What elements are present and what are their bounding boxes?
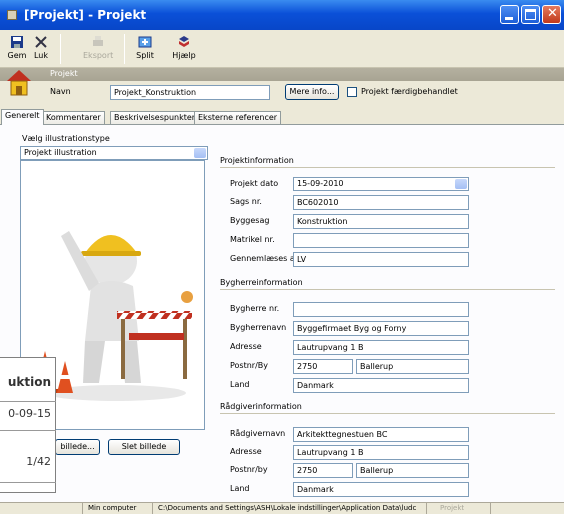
tab-beskrivelsespunkter[interactable]: Beskrivelsespunkter: [110, 111, 200, 124]
client-postcode-input[interactable]: 2750: [293, 359, 353, 374]
tab-bar: Generelt Kommentarer Beskrivelsespunkter…: [0, 109, 564, 125]
case-number-label: Sags nr.: [230, 197, 262, 206]
close-icon: ✕: [547, 6, 558, 21]
cadastral-number-label: Matrikel nr.: [230, 235, 275, 244]
status-separator: [426, 503, 427, 514]
status-separator: [152, 503, 153, 514]
project-date-picker[interactable]: 15-09-2010: [293, 177, 469, 191]
minimize-button[interactable]: [500, 5, 519, 24]
section-divider: [220, 413, 555, 414]
section-divider: [220, 167, 555, 168]
status-module: Projekt: [440, 504, 465, 512]
export-button[interactable]: Eksport: [83, 32, 113, 60]
help-button[interactable]: Hjælp: [169, 32, 199, 60]
split-button[interactable]: Split: [130, 32, 160, 60]
project-name-row: Navn Projekt_Konstruktion Mere info... P…: [0, 70, 564, 107]
minimize-icon: [505, 17, 513, 20]
overlay-card-divider: [0, 401, 56, 402]
cadastral-number-input[interactable]: [293, 233, 469, 248]
status-path: C:\Documents and Settings\ASH\Lokale ind…: [158, 504, 417, 512]
project-info-heading: Projektinformation: [220, 156, 294, 165]
maximize-icon: [525, 9, 536, 20]
overlay-card-date: 0-09-15: [8, 407, 51, 420]
project-done-checkbox[interactable]: [347, 87, 357, 97]
building-case-input[interactable]: Konstruktion: [293, 214, 469, 229]
client-number-input[interactable]: [293, 302, 469, 317]
title-bar: [Projekt] - Projekt ✕: [0, 0, 564, 30]
overlay-card-page: 1/42: [26, 455, 51, 468]
client-name-input[interactable]: Byggefirmaet Byg og Forny: [293, 321, 469, 336]
status-separator: [490, 503, 491, 514]
reviewed-by-label: Gennemlæses af: [230, 254, 298, 263]
chevron-down-icon: [194, 148, 206, 158]
project-date-label: Projekt dato: [230, 179, 279, 188]
advisor-name-label: Rådgivernavn: [230, 429, 286, 438]
help-book-icon: [179, 36, 189, 47]
advisor-address-input[interactable]: Lautrupvang 1 B: [293, 445, 469, 460]
tab-kommentarer[interactable]: Kommentarer: [42, 111, 105, 124]
advisor-country-input[interactable]: Danmark: [293, 482, 469, 497]
overlay-card-title: uktion: [7, 375, 51, 389]
close-button[interactable]: Luk: [26, 32, 56, 60]
split-icon: [138, 36, 152, 48]
illustration-type-label: Vælg illustrationstype: [22, 134, 110, 143]
reviewed-by-input[interactable]: LV: [293, 252, 469, 267]
building-case-label: Byggesag: [230, 216, 270, 225]
overlay-card-divider: [0, 430, 56, 431]
house-icon: [7, 70, 31, 96]
client-address-label: Adresse: [230, 342, 262, 351]
advisor-info-heading: Rådgiverinformation: [220, 402, 302, 411]
header-strip: Projekt: [0, 68, 564, 81]
client-number-label: Bygherre nr.: [230, 304, 280, 313]
toolbar-separator: [60, 34, 61, 64]
chevron-down-icon: [455, 179, 467, 189]
maximize-button[interactable]: [521, 5, 540, 24]
illustration-type-select[interactable]: Projekt illustration: [20, 146, 208, 160]
app-icon: [7, 10, 17, 20]
status-computer: Min computer: [88, 504, 137, 512]
advisor-address-label: Adresse: [230, 447, 262, 456]
status-separator: [82, 503, 83, 514]
floppy-disk-icon: [11, 36, 23, 48]
client-address-input[interactable]: Lautrupvang 1 B: [293, 340, 469, 355]
case-number-input[interactable]: BC602010: [293, 195, 469, 210]
delete-image-button[interactable]: Slet billede: [108, 439, 180, 455]
tab-generelt[interactable]: Generelt: [1, 109, 44, 125]
project-name-label: Navn: [50, 87, 71, 96]
client-city-input[interactable]: Ballerup: [356, 359, 469, 374]
choose-image-button[interactable]: billede...: [55, 439, 100, 455]
advisor-name-input[interactable]: Arkitekttegnestuen BC: [293, 427, 469, 442]
advisor-postcode-label: Postnr/by: [230, 465, 268, 474]
client-country-input[interactable]: Danmark: [293, 378, 469, 393]
toolbar-separator: [124, 34, 125, 64]
overlay-card-divider: [0, 482, 56, 483]
client-name-label: Bygherrenavn: [230, 323, 287, 332]
more-info-button[interactable]: Mere info...: [285, 84, 339, 100]
close-window-button[interactable]: ✕: [542, 5, 561, 24]
status-bar: Min computer C:\Documents and Settings\A…: [0, 502, 564, 514]
client-country-label: Land: [230, 380, 250, 389]
header-strip-label: Projekt: [50, 69, 78, 78]
project-name-input[interactable]: Projekt_Konstruktion: [110, 85, 270, 100]
client-info-heading: Bygherreinformation: [220, 278, 303, 287]
section-divider: [220, 289, 555, 290]
toolbar: Gem Luk Eksport Split Hjælp: [0, 30, 564, 68]
advisor-city-input[interactable]: Ballerup: [356, 463, 469, 478]
close-x-icon: [35, 36, 47, 48]
advisor-country-label: Land: [230, 484, 250, 493]
tab-eksterne-referencer[interactable]: Eksterne referencer: [194, 111, 282, 124]
window-title: [Projekt] - Projekt: [24, 8, 147, 22]
printer-icon: [93, 36, 103, 46]
overlay-project-card[interactable]: uktion 0-09-15 1/42: [0, 357, 56, 493]
advisor-postcode-input[interactable]: 2750: [293, 463, 353, 478]
project-done-label: Projekt færdigbehandlet: [361, 87, 458, 96]
client-postcode-label: Postnr/By: [230, 361, 269, 370]
